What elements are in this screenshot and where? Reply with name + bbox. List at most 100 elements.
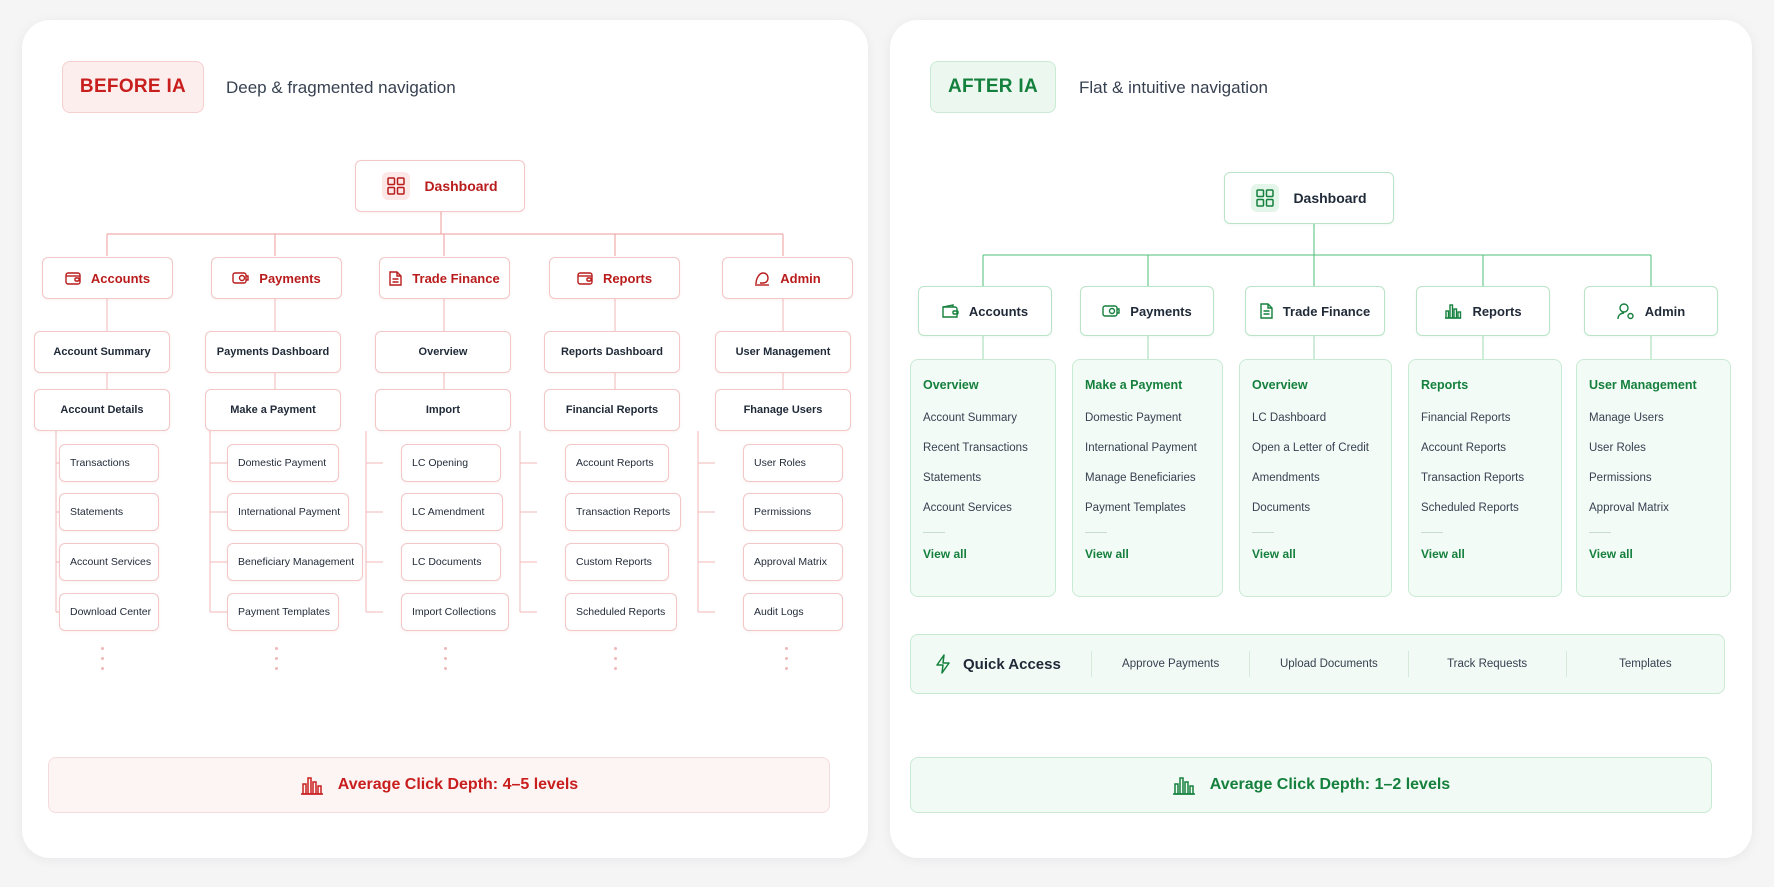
card-link[interactable]: User Roles — [1589, 442, 1730, 454]
before-cat-label: Payments — [259, 270, 321, 286]
view-all-link[interactable]: View all — [1085, 547, 1222, 561]
card-link[interactable]: Approval Matrix — [1589, 502, 1730, 514]
quick-access-item[interactable]: Upload Documents — [1249, 651, 1407, 677]
card-link[interactable]: Permissions — [1589, 472, 1730, 484]
before-leaf[interactable]: LC Amendment — [401, 493, 503, 531]
card-link[interactable]: Account Services — [923, 502, 1055, 514]
card-link[interactable]: Manage Users — [1589, 412, 1730, 424]
before-admin-l1[interactable]: User Management — [715, 331, 851, 373]
card-heading[interactable]: Reports — [1421, 378, 1561, 392]
before-cat-accounts[interactable]: Accounts — [42, 257, 173, 299]
before-leaf[interactable]: Beneficiary Management — [227, 543, 363, 581]
card-link[interactable]: Transaction Reports — [1421, 472, 1561, 484]
after-cat-accounts[interactable]: Accounts — [918, 286, 1052, 336]
view-all-link[interactable]: View all — [1421, 547, 1561, 561]
before-reports-l1[interactable]: Reports Dashboard — [544, 331, 680, 373]
quick-access-title: Quick Access — [963, 655, 1061, 673]
admin-icon — [754, 271, 770, 286]
after-card-accounts: Overview Account Summary Recent Transact… — [910, 359, 1056, 597]
before-accounts-l2[interactable]: Account Details — [34, 389, 170, 431]
card-link[interactable]: Amendments — [1252, 472, 1391, 484]
before-leaf[interactable]: Audit Logs — [743, 593, 843, 631]
card-link[interactable]: Account Reports — [1421, 442, 1561, 454]
after-cat-label: Accounts — [968, 303, 1029, 319]
before-subtitle: Deep & fragmented navigation — [226, 78, 456, 97]
after-click-depth-banner: Average Click Depth: 1–2 levels — [910, 757, 1712, 813]
after-cat-payments[interactable]: Payments — [1080, 286, 1214, 336]
view-all-link[interactable]: View all — [1252, 547, 1391, 561]
card-link[interactable]: Domestic Payment — [1085, 412, 1222, 424]
before-leaf[interactable]: Scheduled Reports — [565, 593, 677, 631]
card-link[interactable]: Account Summary — [923, 412, 1055, 424]
before-leaf[interactable]: Download Center — [59, 593, 159, 631]
wallet-icon — [65, 271, 81, 285]
quick-access-item[interactable]: Track Requests — [1407, 651, 1566, 677]
after-cat-reports[interactable]: Reports — [1416, 286, 1550, 336]
before-payments-l2[interactable]: Make a Payment — [205, 389, 341, 431]
before-cat-admin[interactable]: Admin — [722, 257, 853, 299]
before-leaf[interactable]: Custom Reports — [565, 543, 669, 581]
before-leaf[interactable]: International Payment — [227, 493, 349, 531]
after-cat-admin[interactable]: Admin — [1584, 286, 1718, 336]
before-trade-l2[interactable]: Import — [375, 389, 511, 431]
card-link[interactable]: LC Dashboard — [1252, 412, 1391, 424]
divider — [1421, 532, 1443, 533]
card-link[interactable]: Recent Transactions — [923, 442, 1055, 454]
divider — [1589, 532, 1611, 533]
before-leaf[interactable]: User Roles — [743, 444, 843, 482]
before-leaf[interactable]: Payment Templates — [227, 593, 339, 631]
card-link[interactable]: Open a Letter of Credit — [1252, 442, 1391, 454]
before-cat-reports[interactable]: Reports — [549, 257, 680, 299]
before-cat-label: Admin — [780, 270, 821, 286]
before-leaf[interactable]: Account Services — [59, 543, 159, 581]
view-all-link[interactable]: View all — [923, 547, 1055, 561]
before-leaf[interactable]: Domestic Payment — [227, 444, 339, 482]
grid-icon — [1251, 184, 1280, 212]
card-heading[interactable]: Overview — [923, 378, 1055, 392]
before-leaf[interactable]: LC Opening — [401, 444, 501, 482]
after-cat-label: Admin — [1644, 303, 1686, 319]
card-link[interactable]: International Payment — [1085, 442, 1222, 454]
before-leaf[interactable]: Account Reports — [565, 444, 669, 482]
before-leaf[interactable]: Import Collections — [401, 593, 509, 631]
before-cat-payments[interactable]: Payments — [211, 257, 342, 299]
before-leaf[interactable]: Transactions — [59, 444, 159, 482]
quick-access-item[interactable]: Approve Payments — [1091, 651, 1249, 677]
divider — [923, 532, 945, 533]
before-cat-trade-finance[interactable]: Trade Finance — [379, 257, 510, 299]
view-all-link[interactable]: View all — [1589, 547, 1730, 561]
before-dashboard-label: Dashboard — [424, 178, 498, 194]
before-leaf[interactable]: Transaction Reports — [565, 493, 681, 531]
after-dashboard-label: Dashboard — [1293, 190, 1367, 206]
before-admin-l2[interactable]: Fhanage Users — [715, 389, 851, 431]
quick-access-item[interactable]: Templates — [1565, 651, 1724, 677]
before-reports-l2[interactable]: Financial Reports — [544, 389, 680, 431]
card-heading[interactable]: Overview — [1252, 378, 1391, 392]
after-card-payments: Make a Payment Domestic Payment Internat… — [1072, 359, 1223, 597]
card-link[interactable]: Financial Reports — [1421, 412, 1561, 424]
divider — [1085, 532, 1107, 533]
after-cat-trade-finance[interactable]: Trade Finance — [1245, 286, 1385, 336]
card-heading[interactable]: Make a Payment — [1085, 378, 1222, 392]
before-leaf[interactable]: Permissions — [743, 493, 843, 531]
after-dashboard-node[interactable]: Dashboard — [1224, 172, 1394, 224]
card-link[interactable]: Statements — [923, 472, 1055, 484]
before-trade-l1[interactable]: Overview — [375, 331, 511, 373]
after-ia-badge: AFTER IA — [930, 61, 1056, 113]
before-payments-l1[interactable]: Payments Dashboard — [205, 331, 341, 373]
before-leaf[interactable]: Approval Matrix — [743, 543, 843, 581]
card-link[interactable]: Documents — [1252, 502, 1391, 514]
before-leaf[interactable]: Statements — [59, 493, 159, 531]
more-dots — [614, 647, 618, 677]
after-click-depth-text: Average Click Depth: 1–2 levels — [1209, 776, 1451, 793]
after-card-admin: User Management Manage Users User Roles … — [1576, 359, 1731, 597]
card-link[interactable]: Payment Templates — [1085, 502, 1222, 514]
before-accounts-l1[interactable]: Account Summary — [34, 331, 170, 373]
card-link[interactable]: Manage Beneficiaries — [1085, 472, 1222, 484]
card-link[interactable]: Scheduled Reports — [1421, 502, 1561, 514]
before-dashboard-node[interactable]: Dashboard — [355, 160, 525, 212]
more-dots — [785, 647, 789, 677]
before-leaf[interactable]: LC Documents — [401, 543, 501, 581]
quick-access-title-group: Quick Access — [911, 654, 1091, 674]
card-heading[interactable]: User Management — [1589, 378, 1730, 392]
